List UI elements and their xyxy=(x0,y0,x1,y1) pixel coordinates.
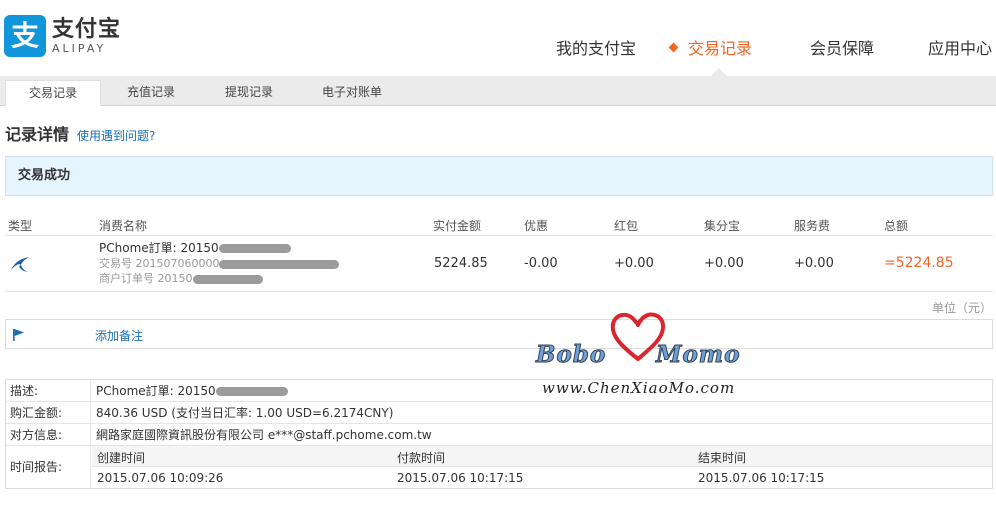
counterparty-label: 对方信息: xyxy=(6,424,91,445)
status-banner: 交易成功 xyxy=(5,156,993,196)
flag-icon xyxy=(13,329,24,341)
col-name: 消费名称 xyxy=(99,219,148,233)
detail-row-time-report: 时间报告: 创建时间 付款时间 结束时间 2015.07.06 10:09:26… xyxy=(6,446,992,488)
tx-name: PChome訂單: 20150 xyxy=(99,241,219,255)
logo-name-cn: 支付宝 xyxy=(52,16,122,42)
col-type: 类型 xyxy=(8,219,33,233)
time-report-header xyxy=(92,446,992,467)
tx-trade-no: 交易号 201507060000 xyxy=(99,257,220,270)
end-time-value: 2015.07.06 10:17:15 xyxy=(698,471,825,485)
watermark-bobo: Bobo xyxy=(535,341,607,369)
transfer-swallow-icon xyxy=(11,257,29,272)
paid-time-header: 付款时间 xyxy=(397,451,446,465)
header: 支 支付宝 ALIPAY 我的支付宝 交易记录 会员保障 应用中心 xyxy=(0,0,996,76)
nav-app-center[interactable]: 应用中心 xyxy=(928,39,992,59)
created-time-value: 2015.07.06 10:09:26 xyxy=(97,471,224,485)
time-report-grid: 创建时间 付款时间 结束时间 2015.07.06 10:09:26 2015.… xyxy=(92,446,992,488)
nav-caret-icon xyxy=(711,68,727,76)
remark-box: 添加备注 xyxy=(5,319,993,349)
table-header: 类型 消费名称 实付金额 优惠 红包 集分宝 服务费 总额 xyxy=(5,212,993,236)
nav-my-alipay[interactable]: 我的支付宝 xyxy=(556,39,636,59)
description-value: PChome訂單: 20150 xyxy=(96,384,216,398)
tx-merchant-order: 商户订单号 20150 xyxy=(99,272,193,285)
transaction-table: 类型 消费名称 实付金额 优惠 红包 集分宝 服务费 总额 PChome訂單: … xyxy=(5,212,993,292)
col-jifenbao: 集分宝 xyxy=(704,219,741,233)
table-row: PChome訂單: 20150 交易号 201507060000 商户订单号 2… xyxy=(5,236,993,292)
sub-nav: 交易记录 充值记录 提现记录 电子对账单 xyxy=(0,76,996,106)
redacted-mark xyxy=(219,259,340,269)
col-paid: 实付金额 xyxy=(433,219,482,233)
tx-total: =5224.85 xyxy=(884,255,954,271)
description-label: 描述: xyxy=(6,380,91,401)
subnav-withdraw[interactable]: 提现记录 xyxy=(201,80,297,106)
watermark-momo: Momo xyxy=(655,341,741,369)
paid-time-value: 2015.07.06 10:17:15 xyxy=(397,471,524,485)
redacted-mark xyxy=(215,387,288,396)
subnav-transactions[interactable]: 交易记录 xyxy=(5,80,101,106)
subnav-recharge[interactable]: 充值记录 xyxy=(103,80,199,106)
redacted-mark xyxy=(218,244,291,253)
end-time-header: 结束时间 xyxy=(698,451,747,465)
fx-amount-value: 840.36 USD (支付当日汇率: 1.00 USD=6.2174CNY) xyxy=(96,406,394,420)
tx-name-block: PChome訂單: 20150 交易号 201507060000 商户订单号 2… xyxy=(99,241,340,286)
created-time-header: 创建时间 xyxy=(97,451,146,465)
fx-amount-label: 购汇金额: xyxy=(6,402,91,423)
top-nav: 我的支付宝 交易记录 会员保障 应用中心 xyxy=(0,39,996,59)
tx-paid: 5224.85 xyxy=(434,256,488,271)
col-red-packet: 红包 xyxy=(614,219,639,233)
title-row: 记录详情 使用遇到问题? xyxy=(5,121,155,144)
tx-discount: -0.00 xyxy=(524,256,558,271)
nav-transactions[interactable]: 交易记录 xyxy=(668,39,753,59)
nav-member-protection[interactable]: 会员保障 xyxy=(810,39,874,59)
active-diamond-icon xyxy=(668,42,679,53)
page-title: 记录详情 xyxy=(5,125,70,144)
nav-transactions-label: 交易记录 xyxy=(688,39,753,58)
detail-row-counterparty: 对方信息: 網路家庭國際資訊股份有限公司 e***@staff.pchome.c… xyxy=(6,424,992,446)
redacted-mark xyxy=(192,274,263,284)
detail-row-description: 描述: PChome訂單: 20150 xyxy=(6,380,992,402)
add-remark-link[interactable]: 添加备注 xyxy=(95,327,143,344)
col-service-fee: 服务费 xyxy=(794,219,831,233)
tx-jifenbao: +0.00 xyxy=(704,256,744,271)
counterparty-value: 網路家庭國際資訊股份有限公司 e***@staff.pchome.com.tw xyxy=(96,428,432,442)
detail-table: 描述: PChome訂單: 20150 购汇金额: 840.36 USD (支付… xyxy=(5,379,993,489)
tx-service-fee: +0.00 xyxy=(794,256,834,271)
help-link[interactable]: 使用遇到问题? xyxy=(77,127,155,144)
time-report-label: 时间报告: xyxy=(6,446,91,488)
subnav-e-statement[interactable]: 电子对账单 xyxy=(300,80,404,106)
detail-row-fx: 购汇金额: 840.36 USD (支付当日汇率: 1.00 USD=6.217… xyxy=(6,402,992,424)
tx-red-packet: +0.00 xyxy=(614,256,654,271)
unit-note: 单位（元） xyxy=(931,301,992,315)
col-total: 总额 xyxy=(884,219,909,233)
col-discount: 优惠 xyxy=(524,219,549,233)
